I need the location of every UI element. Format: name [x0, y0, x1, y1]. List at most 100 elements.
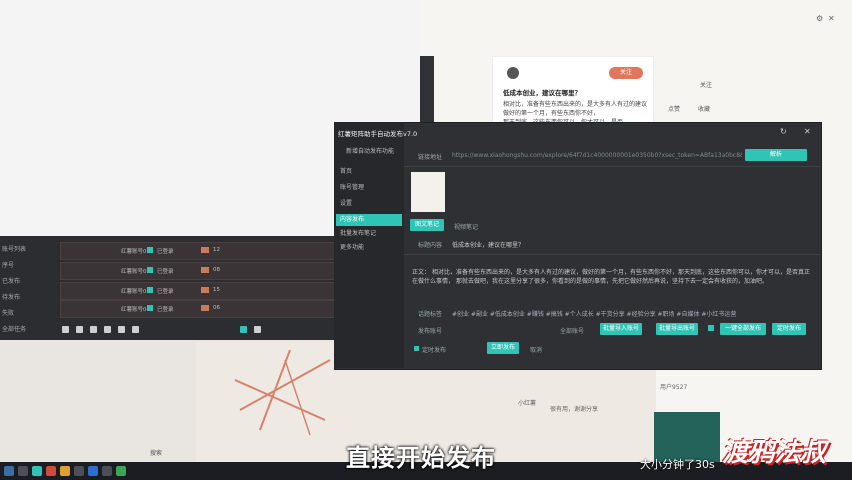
row-label: 待发布 — [2, 294, 21, 301]
cancel-link[interactable]: 取消 — [530, 345, 542, 354]
toolbar-icon[interactable] — [118, 326, 125, 333]
url-input[interactable]: https://www.xiaohongshu.com/explore/64f7… — [452, 152, 742, 159]
count-badge — [201, 305, 209, 311]
search-label[interactable]: 搜索 — [150, 448, 162, 457]
checkbox-icon[interactable] — [708, 325, 714, 331]
toolbar-icon[interactable] — [62, 326, 69, 333]
account-name: 红薯账号01 — [121, 249, 150, 255]
account-count: 12 — [213, 247, 220, 253]
title-input[interactable]: 低成本创业，建议在哪里？ — [452, 240, 524, 249]
table-row[interactable]: 红薯账号04 已登录 06 — [60, 300, 347, 318]
nav-item[interactable]: 批量发布笔记 — [336, 228, 402, 240]
comment-user[interactable]: 小红薯 — [518, 398, 536, 407]
table-row[interactable]: 红薯账号03 已登录 15 — [60, 282, 347, 300]
app-icon[interactable] — [46, 466, 56, 476]
follow-button[interactable]: 关注 — [609, 67, 643, 79]
body-label: 正文 — [412, 269, 425, 276]
row-label: 失败 — [2, 310, 15, 317]
url-label: 链接地址 — [418, 154, 443, 161]
app-icon[interactable] — [116, 466, 126, 476]
body-line: 那就去做吧，我在这里分享了很多，你看到的是做的事情，先把它做好然后再说，坚持下去… — [455, 278, 768, 285]
status-icon — [147, 287, 153, 293]
status-icon — [147, 305, 153, 311]
video-thumbnail[interactable] — [654, 412, 720, 462]
publish-now-button[interactable]: 立即发布 — [487, 342, 519, 354]
post-title: 低成本创业，建议在哪里？ — [503, 89, 581, 97]
app-icon[interactable] — [32, 466, 42, 476]
app-icon[interactable] — [74, 466, 84, 476]
post-card: 关注 低成本创业，建议在哪里？ 相对比，准备有些东西出来的，是大多有人有过的建议… — [492, 56, 654, 128]
table-row[interactable]: 红薯账号02 已登录 08 — [60, 262, 347, 280]
toolbar-icon[interactable] — [76, 326, 83, 333]
app-icon[interactable] — [18, 466, 28, 476]
app-icon[interactable] — [60, 466, 70, 476]
schedule-publish-button[interactable]: 定时发布 — [772, 323, 806, 335]
start-icon[interactable] — [4, 466, 14, 476]
app-title: 红薯矩阵助手自动发布v7.0 — [338, 130, 418, 138]
publish-all-button[interactable]: 一键全部发布 — [720, 323, 766, 335]
export-accounts-button[interactable]: 批量导出账号 — [656, 323, 698, 335]
row-label: 已发布 — [2, 278, 21, 285]
account-count: 08 — [213, 267, 220, 273]
nav-item[interactable]: 设置 — [336, 198, 402, 210]
import-accounts-button[interactable]: 批量导入账号 — [600, 323, 642, 335]
account-select[interactable]: 全部账号 — [560, 326, 584, 335]
toolbar-icon[interactable] — [132, 326, 139, 333]
right-panel-label[interactable]: 关注 — [700, 80, 712, 89]
account-name: 红薯账号02 — [121, 269, 150, 275]
account-status: 已登录 — [157, 249, 174, 255]
right-panel-label[interactable]: 收藏 — [698, 104, 710, 113]
toolbar-icon[interactable] — [90, 326, 97, 333]
tab-image-note[interactable]: 图文笔记 — [410, 219, 444, 231]
account-count: 15 — [213, 287, 220, 293]
divider — [404, 166, 820, 167]
settings-icon[interactable]: ⚙ — [816, 14, 824, 23]
count-badge — [201, 267, 209, 273]
post-line: 相对比，准备有些东西出来的，是大多有人有过的建议 — [503, 101, 648, 108]
status-icon — [147, 267, 153, 273]
comment-user[interactable]: 用户9527 — [660, 382, 687, 391]
account-status: 已登录 — [157, 289, 174, 295]
account-status: 已登录 — [157, 307, 174, 313]
tab-video-note[interactable]: 视频笔记 — [454, 222, 478, 231]
schedule-label: 定时发布 — [422, 347, 447, 354]
close-icon[interactable]: ✕ — [828, 14, 836, 23]
brush-drawing — [234, 349, 331, 436]
title-label: 标题内容 — [418, 242, 443, 249]
row-label: 序号 — [2, 262, 15, 269]
table-row[interactable]: 红薯账号01 已登录 12 — [60, 242, 347, 260]
schedule-checkbox[interactable] — [414, 346, 419, 351]
cover-thumbnail[interactable] — [411, 172, 445, 212]
account-status: 已登录 — [157, 269, 174, 275]
watermark-logo: 渡鸦法叔 — [722, 438, 827, 468]
nav-item[interactable]: 首页 — [336, 166, 402, 178]
close-icon[interactable]: ✕ — [804, 127, 811, 136]
body-textarea[interactable]: 正文： 相对比，准备有些东西出来的，是大多有人有过的建议，做好的第一个月，有些东… — [412, 268, 810, 296]
timer-text: 大小分钟了30s — [640, 458, 715, 471]
minimize-icon[interactable]: ↻ — [780, 127, 787, 136]
fetch-button[interactable]: 解析 — [745, 149, 807, 161]
status-icon — [147, 247, 153, 253]
count-badge — [201, 247, 209, 253]
count-badge — [201, 287, 209, 293]
account-name: 红薯账号03 — [121, 289, 150, 295]
tags-input[interactable]: #创业 #副业 #低成本创业 #赚钱 #搞钱 #个人成长 #干货分享 #经验分享… — [452, 309, 802, 318]
app-subtitle: 新增自动发布功能 — [346, 148, 395, 155]
divider — [404, 254, 820, 255]
account-name: 红薯账号04 — [121, 307, 150, 313]
nav-item[interactable]: 内容发布 — [336, 214, 402, 226]
comment-text: 很有用，谢谢分享 — [550, 406, 599, 413]
nav-item[interactable]: 更多功能 — [336, 242, 402, 254]
app-icon[interactable] — [88, 466, 98, 476]
avatar[interactable] — [507, 67, 519, 79]
toolbar-icon[interactable] — [254, 326, 261, 333]
nav-item[interactable]: 账号管理 — [336, 182, 402, 194]
right-panel-label[interactable]: 点赞 — [668, 104, 680, 113]
toolbar-icon[interactable] — [240, 326, 247, 333]
app-icon[interactable] — [102, 466, 112, 476]
row-label: 账号列表 — [2, 246, 27, 253]
account-count: 06 — [213, 305, 220, 311]
toolbar-icon[interactable] — [104, 326, 111, 333]
post-line: 做好的第一个月，有些东西你不好， — [503, 110, 600, 117]
video-subtitle: 直接开始发布 — [346, 444, 496, 472]
